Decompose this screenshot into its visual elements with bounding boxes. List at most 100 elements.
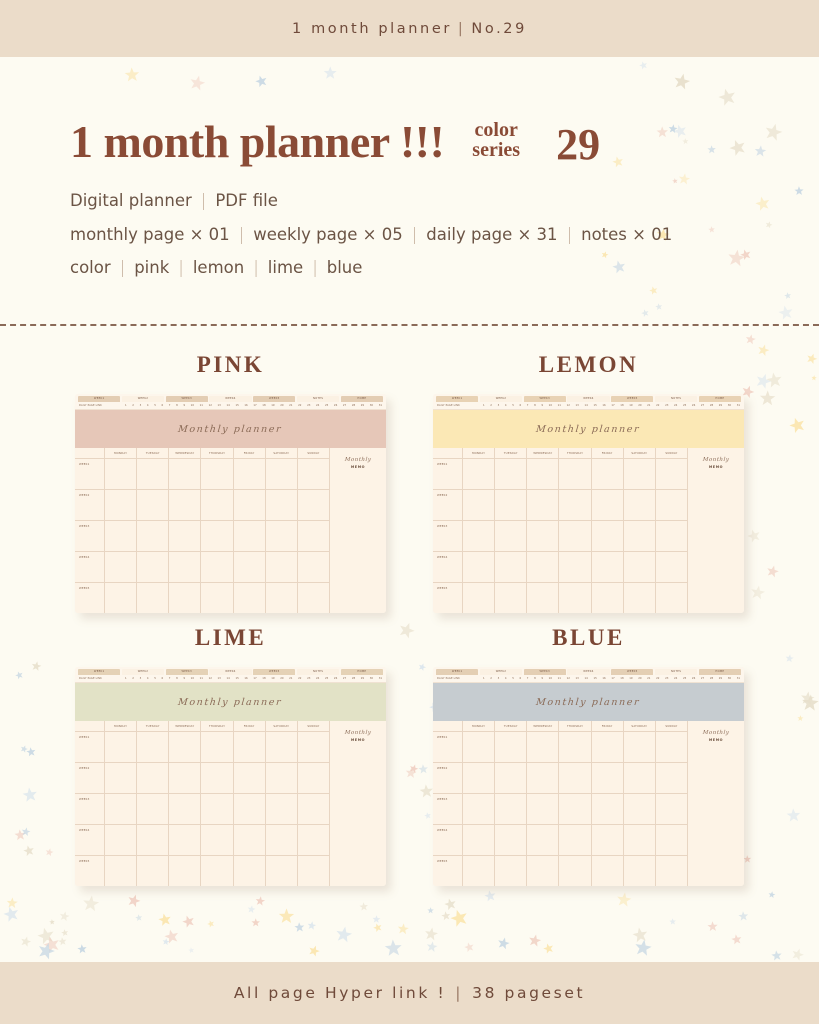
calendar-day-cell[interactable] — [201, 583, 234, 613]
calendar-day-cell[interactable] — [105, 763, 138, 793]
calendar-day-cell[interactable] — [624, 552, 656, 582]
week-row-label[interactable]: WEEK2 — [75, 490, 105, 520]
week-row-label[interactable]: WEEK3 — [75, 794, 105, 824]
calendar-day-cell[interactable] — [592, 825, 624, 855]
calendar-day-cell[interactable] — [137, 583, 170, 613]
calendar-day-cell[interactable] — [527, 856, 560, 886]
daily-page-link-number[interactable]: 22 — [656, 404, 659, 407]
calendar-day-cell[interactable] — [495, 552, 528, 582]
daily-page-link-number[interactable]: 5 — [512, 677, 514, 680]
daily-page-link-number[interactable]: 11 — [200, 404, 203, 407]
calendar-day-cell[interactable] — [201, 794, 234, 824]
calendar-day-cell[interactable] — [559, 732, 592, 762]
daily-page-link-number[interactable]: 24 — [316, 677, 319, 680]
daily-page-link-number[interactable]: 29 — [719, 677, 722, 680]
calendar-day-cell[interactable] — [527, 521, 560, 551]
daily-page-link-number[interactable]: 7 — [169, 404, 171, 407]
calendar-day-cell[interactable] — [169, 583, 202, 613]
daily-page-link-number[interactable]: 15 — [235, 677, 238, 680]
daily-page-link-number[interactable]: 28 — [710, 677, 713, 680]
daily-page-link-number[interactable]: 21 — [289, 677, 292, 680]
daily-page-link-number[interactable]: 16 — [602, 404, 605, 407]
calendar-day-cell[interactable] — [624, 825, 656, 855]
calendar-day-cell[interactable] — [234, 825, 266, 855]
daily-page-link-number[interactable]: 28 — [710, 404, 713, 407]
daily-page-link-number[interactable]: 27 — [701, 677, 704, 680]
daily-page-link-number[interactable]: 13 — [218, 677, 221, 680]
daily-page-link-number[interactable]: 30 — [728, 677, 731, 680]
daily-page-link-number[interactable]: 31 — [737, 677, 740, 680]
daily-page-link-number[interactable]: 14 — [226, 404, 229, 407]
calendar-day-cell[interactable] — [234, 490, 266, 520]
calendar-day-cell[interactable] — [463, 732, 496, 762]
daily-page-link-number[interactable]: 14 — [584, 404, 587, 407]
calendar-day-cell[interactable] — [624, 521, 656, 551]
calendar-day-cell[interactable] — [105, 732, 138, 762]
calendar-day-cell[interactable] — [624, 490, 656, 520]
daily-page-link-number[interactable]: 21 — [647, 677, 650, 680]
week-row-label[interactable]: WEEK2 — [433, 490, 463, 520]
planner-preview-lemon[interactable]: WEEK1 WEEK2 WEEK3 WEEK4 WEEK5 NOTES HOME DAILY … — [433, 394, 744, 613]
calendar-day-cell[interactable] — [656, 825, 687, 855]
daily-page-link-number[interactable]: 7 — [527, 404, 529, 407]
daily-page-link-number[interactable]: 20 — [280, 404, 283, 407]
daily-page-link-number[interactable]: 9 — [541, 677, 543, 680]
calendar-day-cell[interactable] — [105, 490, 138, 520]
calendar-day-cell[interactable] — [169, 856, 202, 886]
daily-page-link-number[interactable]: 3 — [498, 677, 500, 680]
calendar-day-cell[interactable] — [495, 763, 528, 793]
calendar-day-cell[interactable] — [105, 521, 138, 551]
calendar-day-cell[interactable] — [592, 459, 624, 489]
daily-page-link-number[interactable]: 5 — [154, 404, 156, 407]
calendar-day-cell[interactable] — [463, 490, 496, 520]
daily-page-link-number[interactable]: 6 — [519, 677, 521, 680]
calendar-day-cell[interactable] — [463, 521, 496, 551]
calendar-day-cell[interactable] — [559, 583, 592, 613]
calendar-day-cell[interactable] — [592, 856, 624, 886]
calendar-day-cell[interactable] — [463, 459, 496, 489]
daily-page-link-number[interactable]: 6 — [519, 404, 521, 407]
daily-page-link-number[interactable]: 4 — [147, 404, 149, 407]
calendar-day-cell[interactable] — [656, 763, 687, 793]
calendar-day-cell[interactable] — [559, 521, 592, 551]
calendar-day-cell[interactable] — [201, 490, 234, 520]
week-row-label[interactable]: WEEK1 — [433, 459, 463, 489]
calendar-day-cell[interactable] — [592, 521, 624, 551]
calendar-day-cell[interactable] — [495, 521, 528, 551]
daily-page-link-number[interactable]: 3 — [140, 404, 142, 407]
daily-page-link-number[interactable]: 9 — [541, 404, 543, 407]
week-row-label[interactable]: WEEK5 — [75, 583, 105, 613]
calendar-day-cell[interactable] — [527, 763, 560, 793]
calendar-day-cell[interactable] — [559, 856, 592, 886]
calendar-day-cell[interactable] — [234, 856, 266, 886]
calendar-day-cell[interactable] — [463, 856, 496, 886]
daily-page-link-number[interactable]: 24 — [674, 677, 677, 680]
daily-page-link-number[interactable]: 10 — [191, 404, 194, 407]
daily-page-link-number[interactable]: 18 — [620, 404, 623, 407]
calendar-day-cell[interactable] — [527, 794, 560, 824]
week-row-label[interactable]: WEEK5 — [433, 583, 463, 613]
calendar-day-cell[interactable] — [169, 459, 202, 489]
calendar-day-cell[interactable] — [234, 583, 266, 613]
week-row-label[interactable]: WEEK3 — [433, 794, 463, 824]
calendar-day-cell[interactable] — [105, 459, 138, 489]
calendar-day-cell[interactable] — [137, 732, 170, 762]
calendar-day-cell[interactable] — [137, 825, 170, 855]
calendar-day-cell[interactable] — [266, 856, 298, 886]
daily-page-link-number[interactable]: 8 — [534, 404, 536, 407]
daily-page-link-number[interactable]: 11 — [558, 677, 561, 680]
calendar-day-cell[interactable] — [463, 583, 496, 613]
calendar-day-cell[interactable] — [298, 825, 329, 855]
calendar-day-cell[interactable] — [495, 490, 528, 520]
daily-page-link-number[interactable]: 6 — [161, 404, 163, 407]
calendar-day-cell[interactable] — [266, 794, 298, 824]
calendar-day-cell[interactable] — [527, 490, 560, 520]
daily-page-link-number[interactable]: 22 — [298, 677, 301, 680]
daily-page-link-number[interactable]: 1 — [483, 404, 485, 407]
calendar-day-cell[interactable] — [527, 583, 560, 613]
daily-page-link-number[interactable]: 14 — [584, 677, 587, 680]
calendar-day-cell[interactable] — [559, 763, 592, 793]
daily-page-link-number[interactable]: 24 — [316, 404, 319, 407]
week-row-label[interactable]: WEEK4 — [433, 825, 463, 855]
calendar-day-cell[interactable] — [234, 521, 266, 551]
